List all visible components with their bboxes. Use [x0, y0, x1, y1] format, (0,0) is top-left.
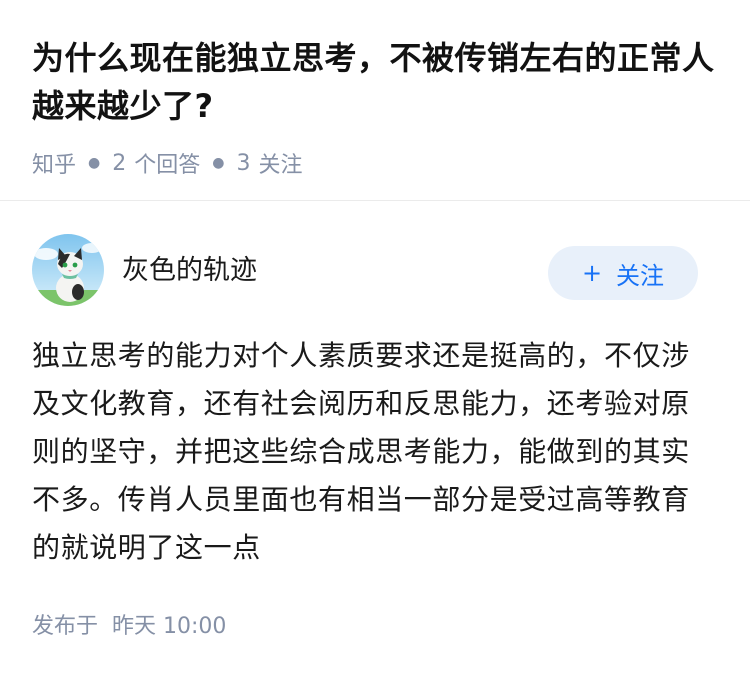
question-meta: 知乎 ● 2 个回答 ● 3 关注 [32, 147, 718, 179]
meta-separator: ● [212, 155, 225, 171]
follower-count: 3 [236, 150, 251, 176]
question-title[interactable]: 为什么现在能独立思考，不被传销左右的正常人越来越少了? [32, 34, 718, 130]
source-label[interactable]: 知乎 [32, 147, 76, 179]
question-header: 为什么现在能独立思考，不被传销左右的正常人越来越少了? 知乎 ● 2 个回答 ●… [0, 0, 750, 178]
answer-page: 为什么现在能独立思考，不被传销左右的正常人越来越少了? 知乎 ● 2 个回答 ●… [0, 0, 750, 676]
published-label: 发布于 [32, 614, 99, 639]
follow-button-label: 关注 [616, 261, 665, 290]
meta-separator: ● [88, 155, 101, 171]
author-row: 灰色的轨迹 + 关注 [32, 234, 698, 306]
avatar[interactable] [32, 234, 104, 306]
answer-count[interactable]: 2 [112, 151, 126, 176]
plus-icon: + [581, 259, 603, 287]
answer-count-label[interactable]: 个回答 [134, 147, 200, 179]
cartoon-cat-avatar-icon [32, 234, 104, 306]
header-divider [0, 200, 750, 201]
follow-button[interactable]: + 关注 [548, 246, 698, 300]
follower-count-label: 关注 [258, 153, 303, 178]
published-time: 昨天 10:00 [112, 614, 227, 639]
answer-footer: 发布于 昨天 10:00 [32, 608, 226, 640]
answer-content[interactable]: 独立思考的能力对个人素质要求还是挺高的，不仅涉及文化教育，还有社会阅历和反思能力… [32, 332, 708, 572]
author-name[interactable]: 灰色的轨迹 [122, 248, 257, 287]
